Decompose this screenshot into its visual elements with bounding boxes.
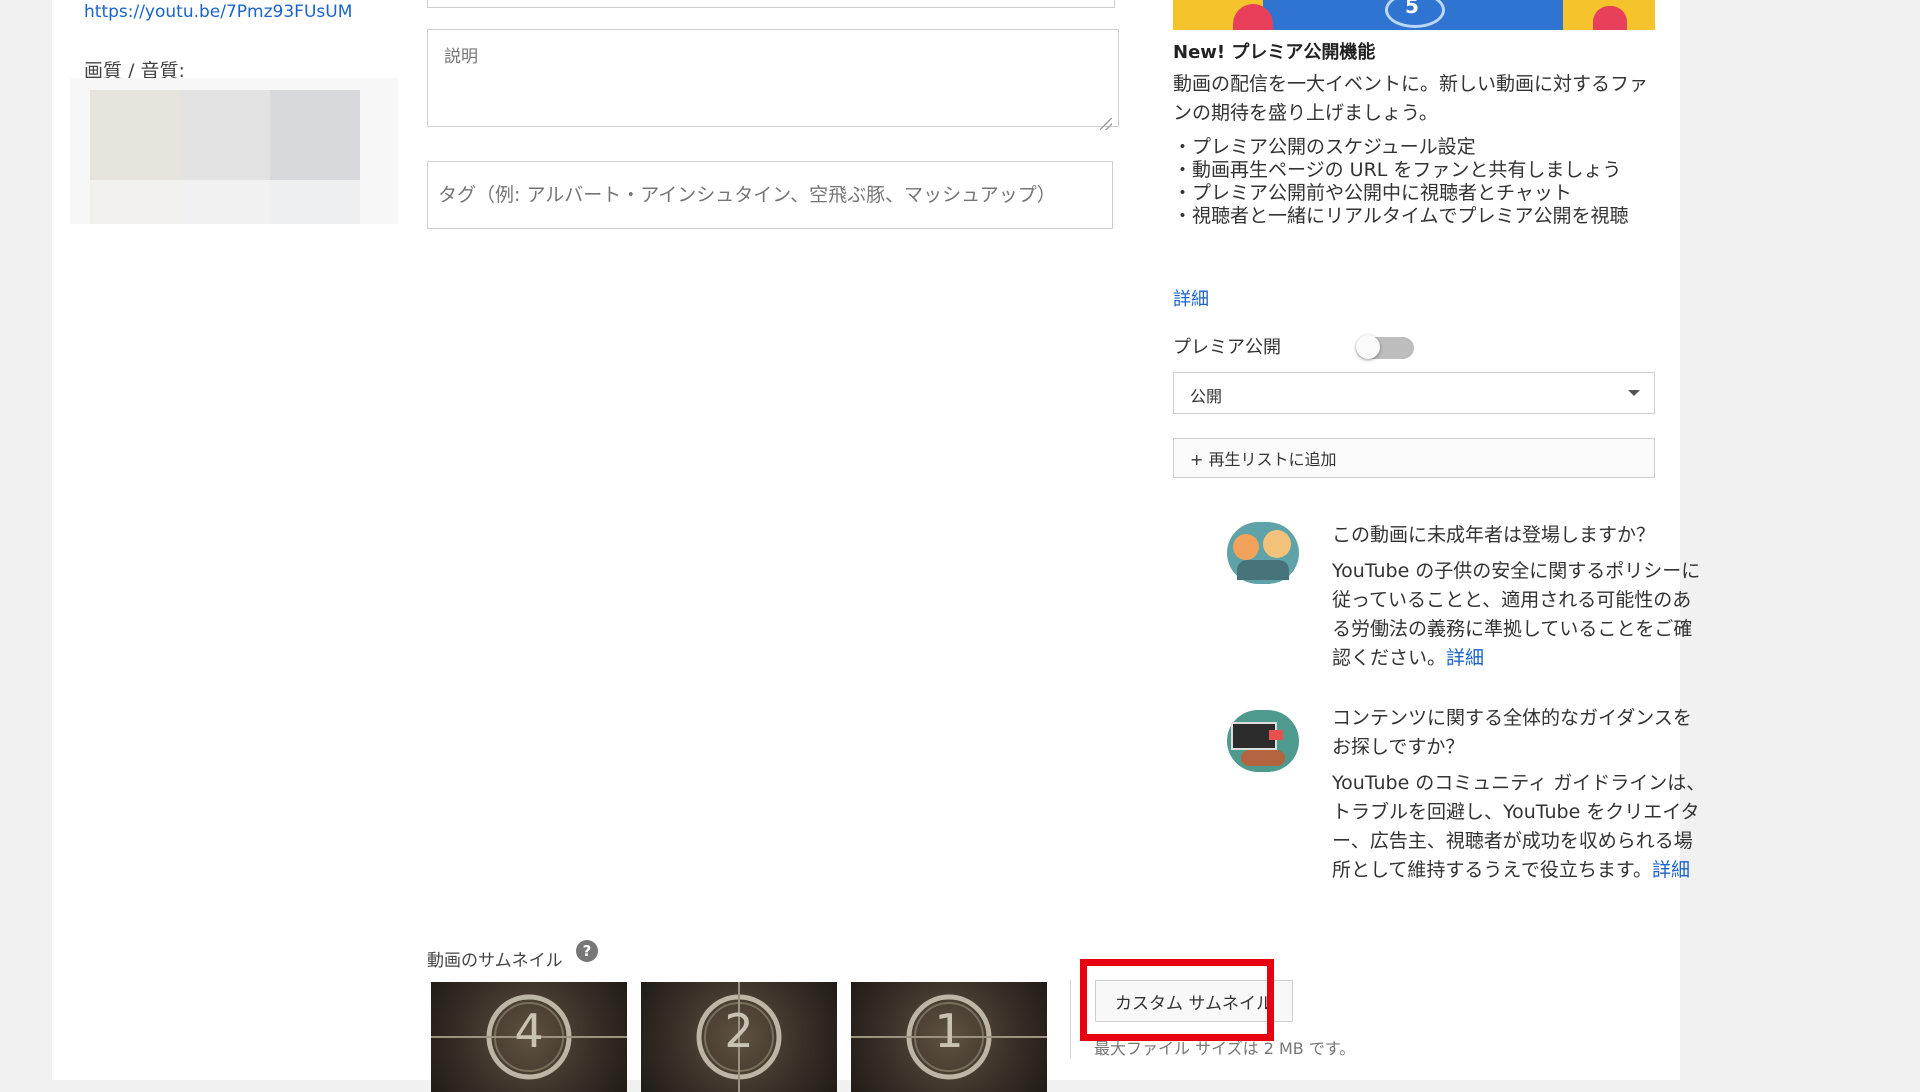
thumbnail-number: 4	[514, 1004, 544, 1058]
thumbnail-option[interactable]: 1	[851, 982, 1047, 1092]
premiere-feature-description: 動画の配信を一大イベントに。新しい動画に対するファンの期待を盛り上げましょう。	[1173, 73, 1649, 124]
quality-placeholder-image	[70, 78, 398, 224]
thumbnail-divider	[1070, 980, 1071, 1058]
banner-number: 5	[1405, 0, 1419, 18]
guidelines-learn-more-link[interactable]: 詳細	[1652, 859, 1690, 881]
video-url-link[interactable]: https://youtu.be/7Pmz93FUsUM	[84, 2, 352, 22]
visibility-select[interactable]: 公開	[1173, 372, 1655, 414]
list-item: プレミア公開のスケジュール設定	[1173, 136, 1659, 159]
premiere-banner-image: 5	[1173, 0, 1655, 30]
description-field[interactable]	[427, 29, 1119, 127]
guidelines-body: YouTube のコミュニティ ガイドラインは、トラブルを回避し、YouTube…	[1332, 769, 1706, 885]
quality-swatch	[90, 180, 180, 224]
premiere-feature-list: プレミア公開のスケジュール設定 動画再生ページの URL をファンと共有しましょ…	[1173, 136, 1659, 228]
thumbnail-number: 2	[724, 1004, 754, 1058]
list-item: 動画再生ページの URL をファンと共有しましょう	[1173, 159, 1659, 182]
illustration-shape	[1233, 534, 1259, 560]
premiere-toggle-label: プレミア公開	[1173, 337, 1281, 358]
minors-learn-more-link[interactable]: 詳細	[1446, 647, 1484, 669]
highlight-box	[1080, 959, 1274, 1041]
quality-swatch	[180, 180, 270, 224]
minors-body-text: YouTube の子供の安全に関するポリシーに従っていることと、適用される可能性…	[1332, 560, 1701, 669]
quality-swatch	[270, 180, 360, 224]
premiere-toggle[interactable]	[1356, 335, 1414, 359]
tags-field[interactable]	[427, 161, 1113, 229]
list-item: 視聴者と一緒にリアルタイムでプレミア公開を視聴	[1173, 205, 1659, 228]
visibility-value: 公開	[1190, 387, 1223, 406]
quality-swatch	[180, 90, 270, 180]
chevron-down-icon	[1628, 390, 1640, 396]
guidelines-heading: コンテンツに関する全体的なガイダンスをお探しですか？	[1332, 707, 1692, 758]
premiere-feature-title: New! プレミア公開機能	[1173, 42, 1376, 63]
add-to-playlist-button[interactable]: + 再生リストに追加	[1173, 438, 1655, 478]
minors-heading: この動画に未成年者は登場しますか？	[1332, 524, 1656, 546]
resize-grip-icon[interactable]	[1100, 118, 1112, 130]
help-icon[interactable]: ?	[576, 940, 598, 962]
quality-swatch	[90, 90, 180, 180]
quality-swatch	[270, 90, 360, 180]
guidelines-illustration-icon	[1227, 710, 1299, 772]
thumbnail-option[interactable]: 2	[641, 982, 837, 1092]
illustration-shape	[1241, 750, 1285, 766]
list-item: プレミア公開前や公開中に視聴者とチャット	[1173, 182, 1659, 205]
file-size-note: 最大ファイル サイズは 2 MB です。	[1094, 1039, 1356, 1058]
title-field[interactable]	[427, 0, 1115, 8]
minors-body: YouTube の子供の安全に関するポリシーに従っていることと、適用される可能性…	[1332, 557, 1706, 673]
illustration-shape	[1237, 560, 1289, 580]
premiere-learn-more-link[interactable]: 詳細	[1173, 285, 1209, 311]
upload-details-page: https://youtu.be/7Pmz93FUsUM 画質 / 音質: 動画…	[52, 0, 1705, 1092]
illustration-shape	[1263, 530, 1291, 558]
illustration-shape	[1269, 730, 1283, 740]
thumbnail-number: 1	[934, 1004, 964, 1058]
guidelines-body-text: YouTube のコミュニティ ガイドラインは、トラブルを回避し、YouTube…	[1332, 772, 1706, 881]
thumbnail-option[interactable]: 4	[431, 982, 627, 1092]
banner-shape	[1233, 4, 1273, 30]
toggle-knob	[1356, 335, 1380, 359]
thumbnail-section-label: 動画のサムネイル	[427, 951, 563, 971]
banner-shape	[1593, 6, 1627, 30]
children-illustration-icon	[1227, 522, 1299, 584]
